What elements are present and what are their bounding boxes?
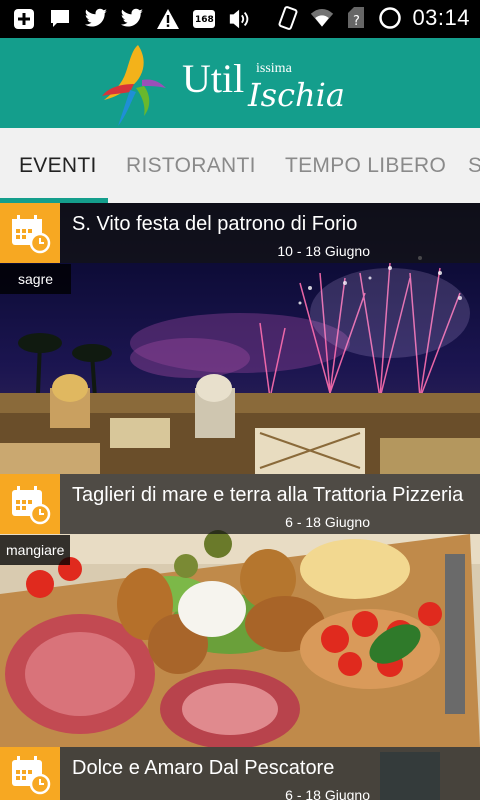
twitter-icon <box>120 7 144 31</box>
category-badge: mangiare <box>0 535 71 565</box>
notification-icons: 168 <box>12 7 252 31</box>
logo-text-main: Util <box>182 56 244 101</box>
calendar-icon <box>0 474 60 534</box>
tab-tempo-libero[interactable]: TEMPO LIBERO <box>285 154 446 178</box>
event-card[interactable]: Dolce e Amaro Dal Pescatore 6 - 18 Giugn… <box>0 747 480 800</box>
event-date: 6 - 18 Giugno <box>285 514 370 530</box>
clock: 03:14 <box>412 5 470 30</box>
system-icons: ? 03:14 <box>276 5 470 31</box>
twitter-icon <box>84 7 108 31</box>
sync-icon <box>378 6 402 30</box>
warning-icon <box>156 7 180 31</box>
no-sim-icon: ? <box>344 6 368 30</box>
status-bar: 168 ? 03:14 <box>0 0 480 38</box>
app-logo: Util issima Ischia <box>102 45 345 126</box>
event-title: Dolce e Amaro Dal Pescatore <box>72 757 335 779</box>
event-card[interactable]: S. Vito festa del patrono di Forio 10 - … <box>0 203 480 474</box>
event-title: S. Vito festa del patrono di Forio <box>72 213 358 235</box>
event-card[interactable]: Taglieri di mare e terra alla Trattoria … <box>0 474 480 747</box>
event-date: 10 - 18 Giugno <box>277 243 370 259</box>
message-icon <box>48 7 72 31</box>
category-badge: sagre <box>0 264 72 294</box>
event-date: 6 - 18 Giugno <box>285 787 370 800</box>
vibrate-icon <box>276 6 300 30</box>
cast-icon <box>228 7 252 31</box>
event-title: Taglieri di mare e terra alla Trattoria … <box>72 484 464 506</box>
category-tabs: EVENTI RISTORANTI TEMPO LIBERO S <box>0 128 480 203</box>
badge-168-icon: 168 <box>192 7 216 31</box>
calendar-icon <box>0 747 60 800</box>
tab-eventi[interactable]: EVENTI <box>19 154 97 178</box>
logo-text-sup: issima <box>256 61 293 76</box>
calendar-icon <box>0 203 60 263</box>
logo-text-script: Ischia <box>247 76 345 114</box>
tab-ristoranti[interactable]: RISTORANTI <box>126 154 256 178</box>
wifi-icon <box>310 6 334 30</box>
svg-text:?: ? <box>353 14 360 29</box>
add-icon <box>12 7 36 31</box>
tab-next[interactable]: S <box>468 154 480 178</box>
